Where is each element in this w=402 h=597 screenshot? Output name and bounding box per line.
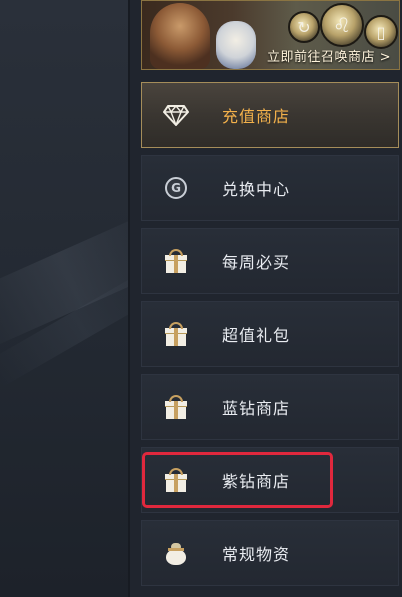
coin-icon: G xyxy=(162,174,190,202)
gift-icon xyxy=(162,247,190,275)
menu-item-exchange-center[interactable]: G 兑换中心 xyxy=(141,155,399,221)
menu-item-value-pack[interactable]: 超值礼包 xyxy=(141,301,399,367)
banner-label: 立即前往召唤商店 > xyxy=(266,50,391,65)
menu-item-purple-diamond-shop[interactable]: 紫钻商店 xyxy=(141,447,399,513)
refresh-icon: ↻ xyxy=(288,11,320,43)
game-background xyxy=(0,0,128,597)
menu-item-label: 紫钻商店 xyxy=(222,472,291,491)
menu-item-label: 蓝钻商店 xyxy=(222,399,291,418)
diamond-icon xyxy=(162,101,190,129)
gift-icon xyxy=(162,466,190,494)
gift-icon xyxy=(162,320,190,348)
menu-item-weekly-must-buy[interactable]: 每周必买 xyxy=(141,228,399,294)
menu-item-label: 每周必买 xyxy=(222,253,291,272)
hero-portrait-image xyxy=(150,3,210,69)
menu-item-label: 常规物资 xyxy=(222,545,291,564)
scroll-icon: ▯ xyxy=(364,15,398,49)
menu-item-label: 兑换中心 xyxy=(222,180,291,199)
menu-item-label: 充值商店 xyxy=(222,107,291,126)
menu-item-regular-supplies[interactable]: 常规物资 xyxy=(141,520,399,586)
summon-shop-banner[interactable]: ↻ ♌ ▯ 立即前往召唤商店 > xyxy=(141,0,400,70)
money-bag-icon xyxy=(162,539,190,567)
menu-item-recharge-shop[interactable]: 充值商店 xyxy=(141,82,399,148)
menu-item-label: 超值礼包 xyxy=(222,326,291,345)
pet-portrait-image xyxy=(216,21,256,69)
gift-icon xyxy=(162,393,190,421)
menu-item-blue-diamond-shop[interactable]: 蓝钻商店 xyxy=(141,374,399,440)
lion-emblem-icon: ♌ xyxy=(320,3,364,47)
